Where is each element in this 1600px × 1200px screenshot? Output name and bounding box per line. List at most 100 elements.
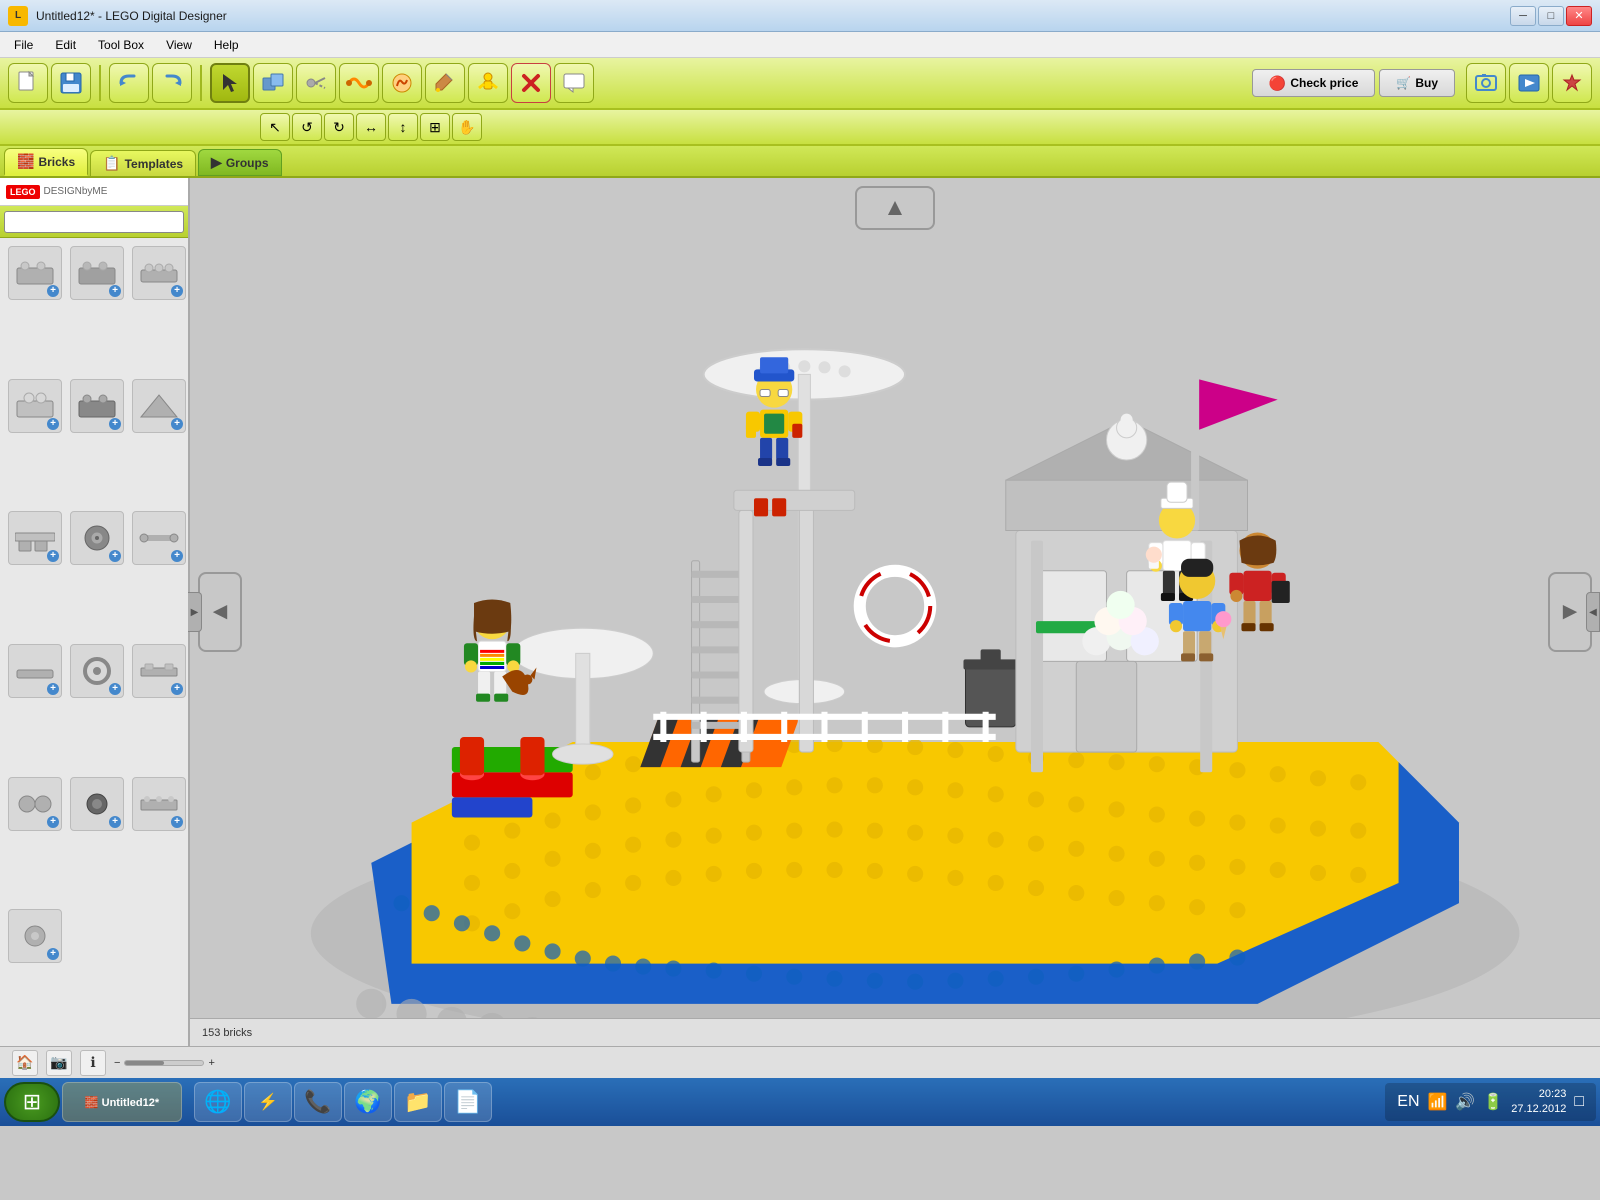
tray-battery[interactable]: 🔋 — [1483, 1092, 1503, 1112]
brick-item[interactable]: + — [70, 379, 124, 433]
tray-show-desktop[interactable]: □ — [1574, 1093, 1584, 1111]
buy-icon: 🛒 — [1396, 76, 1411, 90]
brick-item[interactable]: + — [132, 246, 186, 300]
templates-tab-icon: 📋 — [103, 155, 120, 172]
menu-toolbox[interactable]: Tool Box — [88, 36, 154, 54]
templates-tab-label: Templates — [125, 157, 183, 171]
menu-view[interactable]: View — [156, 36, 202, 54]
brick-item[interactable]: + — [70, 644, 124, 698]
menu-help[interactable]: Help — [204, 36, 249, 54]
status-home-button[interactable]: 🏠 — [12, 1050, 38, 1076]
taskbar-explorer[interactable]: 🌍 — [344, 1082, 392, 1122]
paint-tool[interactable] — [425, 63, 465, 103]
brick-item[interactable]: + — [8, 909, 62, 963]
brick-plus-icon: + — [171, 285, 183, 297]
sec-flip-v-tool[interactable]: ↕ — [388, 113, 418, 141]
brick-item[interactable]: + — [8, 511, 62, 565]
sidebar-expand-button[interactable]: ▶ — [188, 592, 202, 632]
taskbar: ⊞ 🧱 Untitled12* 🌐 ⚡ 📞 🌍 📁 📄 EN 📶 🔊 🔋 20:… — [0, 1078, 1600, 1126]
brick-item[interactable]: + — [8, 644, 62, 698]
history-tools — [109, 63, 192, 103]
sec-pointer-tool[interactable]: ↖ — [260, 113, 290, 141]
screenshot-button[interactable] — [1466, 63, 1506, 103]
nav-up-button[interactable]: ▲ — [855, 186, 935, 230]
zoom-minus-icon[interactable]: − — [114, 1057, 120, 1069]
brick-item[interactable]: + — [70, 511, 124, 565]
flex-tool[interactable] — [339, 63, 379, 103]
taskbar-skype[interactable]: 📞 — [294, 1082, 342, 1122]
redo-button[interactable] — [152, 63, 192, 103]
brick-item[interactable]: + — [132, 777, 186, 831]
brick-plus-icon: + — [47, 550, 59, 562]
menu-edit[interactable]: Edit — [45, 36, 86, 54]
tab-groups[interactable]: ▶ Groups — [198, 149, 281, 176]
taskbar-torrent[interactable]: ⚡ — [244, 1082, 292, 1122]
title-bar: L Untitled12* - LEGO Digital Designer ─ … — [0, 0, 1600, 32]
start-button[interactable]: ⊞ — [4, 1082, 60, 1122]
search-input[interactable] — [4, 211, 184, 233]
tray-network[interactable]: 📶 — [1428, 1092, 1448, 1112]
secondary-toolbar: ↖ ↺ ↻ ↔ ↕ ⊞ ✋ — [0, 110, 1600, 146]
zoom-slider[interactable] — [124, 1060, 204, 1066]
brick-item[interactable]: + — [132, 379, 186, 433]
brick-item[interactable]: + — [8, 379, 62, 433]
brick-plus-icon: + — [47, 816, 59, 828]
sec-hand-tool[interactable]: ✋ — [452, 113, 482, 141]
save-button[interactable] — [51, 63, 91, 103]
buy-button[interactable]: 🛒 Buy — [1379, 69, 1455, 97]
brick-item[interactable]: + — [70, 246, 124, 300]
action-buttons: 🔴 Check price 🛒 Buy — [1252, 69, 1455, 97]
tab-bricks[interactable]: 🧱 Bricks — [4, 148, 88, 176]
menu-file[interactable]: File — [4, 36, 43, 54]
groups-tab-icon: ▶ — [211, 154, 222, 171]
zoom-plus-icon[interactable]: + — [208, 1057, 214, 1069]
comment-tool[interactable] — [554, 63, 594, 103]
canvas-status: 153 bricks — [190, 1018, 1600, 1046]
minimize-button[interactable]: ─ — [1510, 6, 1536, 26]
decal-tool[interactable] — [382, 63, 422, 103]
select-tool[interactable] — [210, 63, 250, 103]
nav-left-button[interactable]: ◄ — [198, 572, 242, 652]
favorite-button[interactable] — [1552, 63, 1592, 103]
canvas-area[interactable]: ▲ ◄ ► ◀ — [190, 178, 1600, 1046]
nav-left-icon: ◄ — [208, 598, 232, 626]
tray-clock: 20:23 27.12.2012 — [1511, 1087, 1566, 1118]
lego-logo: LEGO — [6, 185, 40, 199]
maximize-button[interactable]: □ — [1538, 6, 1564, 26]
hinge-tool[interactable] — [296, 63, 336, 103]
app-icon: L — [8, 6, 28, 26]
brick-item[interactable]: + — [8, 777, 62, 831]
delete-tool[interactable] — [511, 63, 551, 103]
clone-tool[interactable] — [253, 63, 293, 103]
taskbar-chrome[interactable]: 🌐 — [194, 1082, 242, 1122]
sec-snap-tool[interactable]: ⊞ — [420, 113, 450, 141]
main-layout: LEGO DESIGNbyME + + + + — [0, 178, 1600, 1046]
sec-rotate-right-tool[interactable]: ↻ — [324, 113, 354, 141]
brick-item[interactable]: + — [132, 644, 186, 698]
canvas-right-collapse[interactable]: ◀ — [1586, 592, 1600, 632]
close-button[interactable]: ✕ — [1566, 6, 1592, 26]
new-button[interactable] — [8, 63, 48, 103]
brick-plus-icon: + — [171, 418, 183, 430]
brick-item[interactable]: + — [70, 777, 124, 831]
sec-flip-h-tool[interactable]: ↔ — [356, 113, 386, 141]
taskbar-media[interactable]: 📄 — [444, 1082, 492, 1122]
undo-button[interactable] — [109, 63, 149, 103]
status-info-button[interactable]: ℹ — [80, 1050, 106, 1076]
file-tools — [8, 63, 91, 103]
brick-plus-icon: + — [109, 816, 121, 828]
tab-templates[interactable]: 📋 Templates — [90, 150, 196, 176]
check-price-button[interactable]: 🔴 Check price — [1252, 69, 1375, 97]
share-button[interactable] — [1509, 63, 1549, 103]
tray-volume[interactable]: 🔊 — [1455, 1092, 1475, 1112]
window-controls: ─ □ ✕ — [1510, 6, 1592, 26]
taskbar-ldd[interactable]: 🧱 Untitled12* — [62, 1082, 182, 1122]
minifig-tool[interactable] — [468, 63, 508, 103]
brick-item[interactable]: + — [132, 511, 186, 565]
brick-item[interactable]: + — [8, 246, 62, 300]
status-camera-button[interactable]: 📷 — [46, 1050, 72, 1076]
tray-date: 27.12.2012 — [1511, 1102, 1566, 1117]
status-zoom: − + — [114, 1057, 215, 1069]
sec-rotate-left-tool[interactable]: ↺ — [292, 113, 322, 141]
taskbar-files[interactable]: 📁 — [394, 1082, 442, 1122]
